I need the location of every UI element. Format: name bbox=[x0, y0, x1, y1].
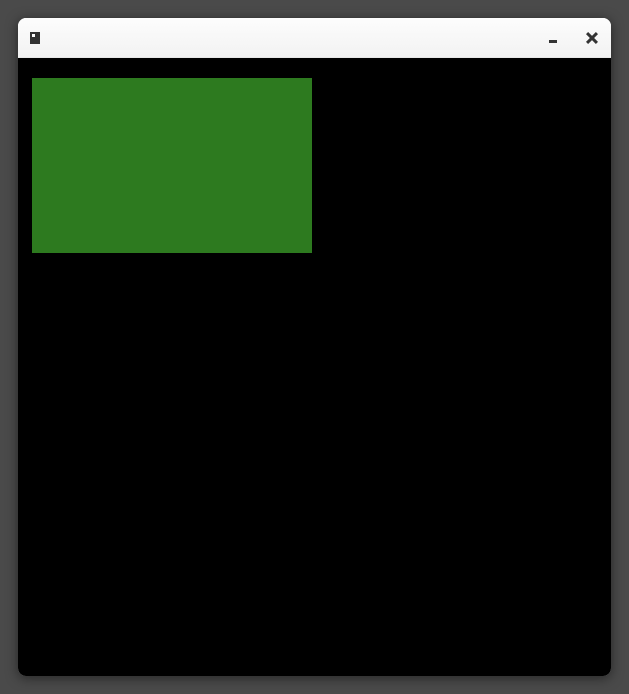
green-rectangle bbox=[32, 78, 312, 253]
minimize-icon bbox=[549, 40, 557, 43]
titlebar-left bbox=[30, 32, 46, 44]
close-button[interactable] bbox=[585, 31, 599, 45]
titlebar[interactable] bbox=[18, 18, 611, 58]
app-icon bbox=[30, 32, 40, 44]
application-window bbox=[18, 18, 611, 676]
titlebar-controls bbox=[549, 31, 599, 45]
rendering-canvas bbox=[18, 58, 611, 676]
minimize-button[interactable] bbox=[549, 33, 559, 43]
